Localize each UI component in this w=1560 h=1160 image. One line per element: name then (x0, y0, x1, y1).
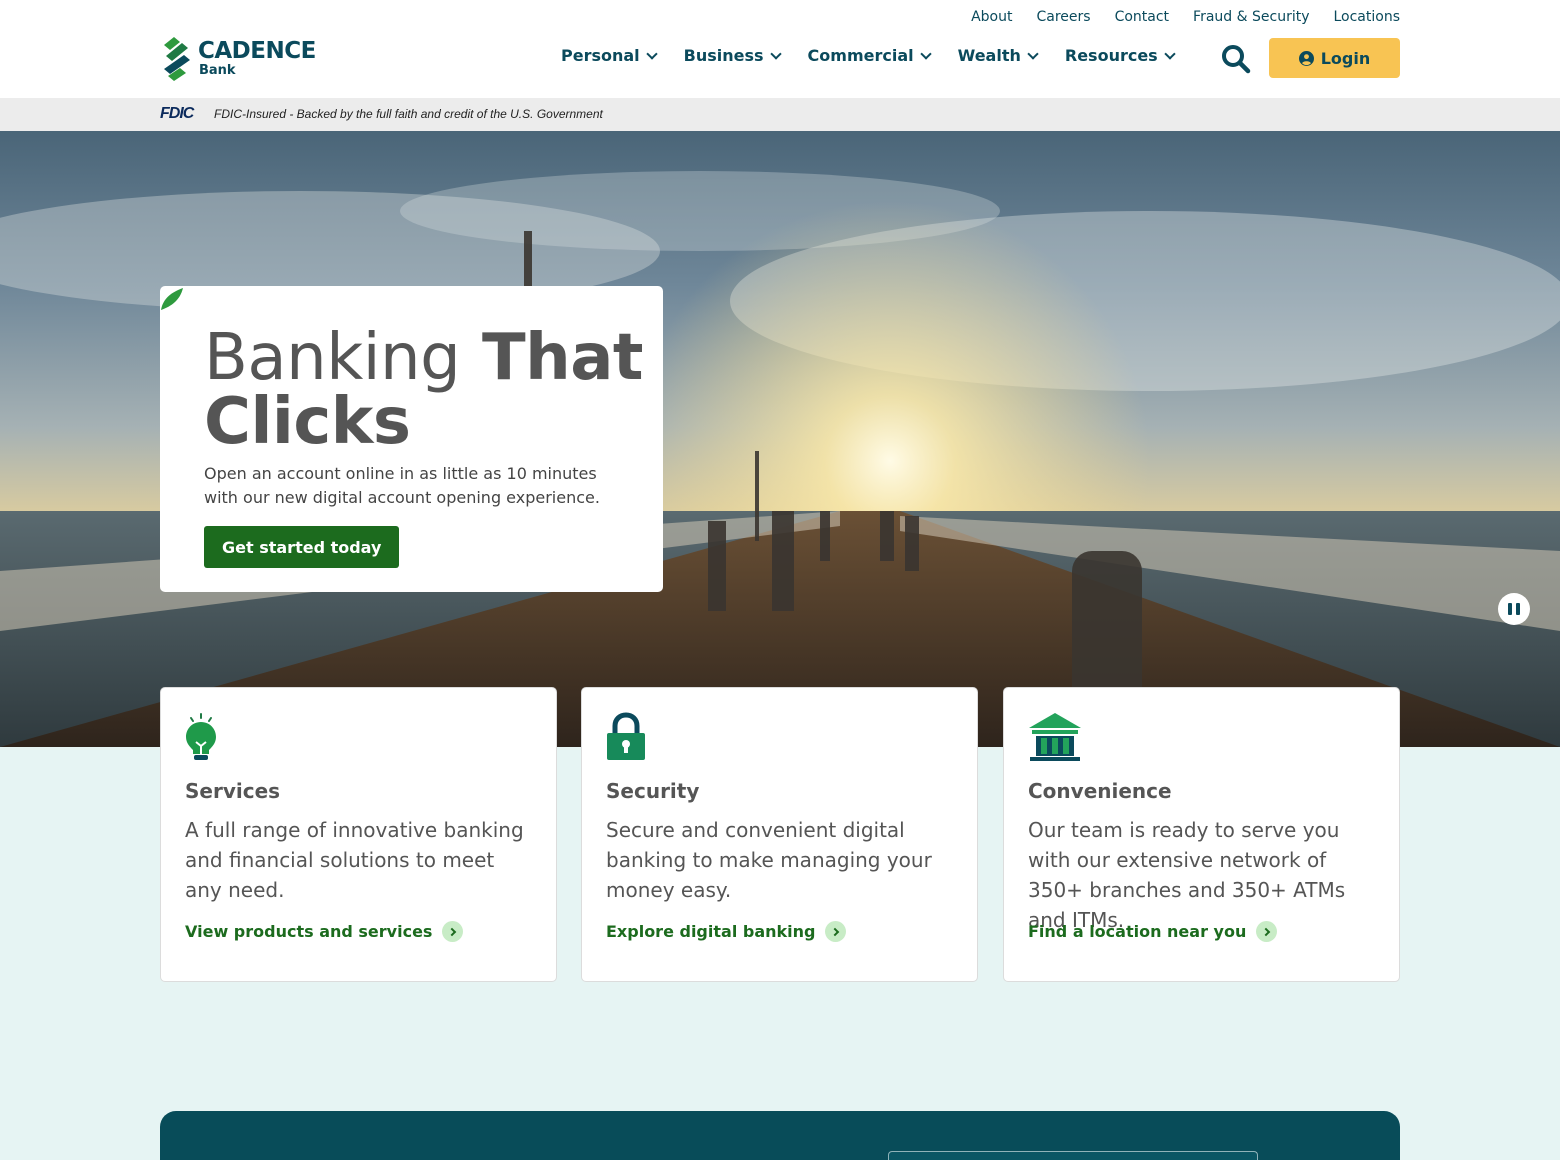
user-circle-icon (1298, 50, 1314, 66)
fdic-disclaimer: FDIC-Insured - Backed by the full faith … (214, 107, 603, 121)
pause-icon (1508, 603, 1512, 615)
utility-link-about[interactable]: About (971, 9, 1012, 25)
hero-title-light: Banking (204, 321, 461, 395)
login-button[interactable]: Login (1269, 38, 1400, 78)
arrow-right-icon (825, 921, 847, 942)
card-title: Services (185, 779, 281, 803)
find-location-link[interactable]: Find a location near you (1028, 921, 1278, 942)
nav-item-label: Wealth (957, 46, 1021, 65)
nav-item-business[interactable]: Business (683, 46, 782, 65)
leaf-icon (161, 288, 183, 310)
services-card: Services A full range of innovative bank… (160, 687, 557, 982)
link-label: View products and services (185, 922, 433, 941)
hero-banner: Banking That Clicks Open an account onli… (0, 131, 1560, 747)
utility-link-locations[interactable]: Locations (1333, 9, 1400, 25)
search-icon (1222, 45, 1251, 74)
lock-icon (607, 712, 645, 760)
card-body: A full range of innovative banking and f… (185, 818, 524, 902)
logo-name: CADENCE (198, 37, 316, 64)
fdic-logo: FDIC (160, 105, 194, 122)
login-label: Login (1320, 48, 1371, 68)
link-label: Find a location near you (1028, 922, 1247, 941)
card-body: Secure and convenient digital banking to… (606, 818, 932, 902)
chevron-down-icon (919, 47, 932, 60)
nav-item-label: Business (683, 46, 764, 65)
utility-link-fraud-security[interactable]: Fraud & Security (1193, 9, 1309, 25)
hero-description: Open an account online in as little as 1… (204, 464, 600, 507)
arrow-right-icon (442, 921, 464, 942)
panel-input-field[interactable] (888, 1151, 1258, 1160)
explore-digital-banking-link[interactable]: Explore digital banking (606, 921, 847, 942)
nav-item-label: Personal (561, 46, 640, 65)
cadence-logo[interactable]: CADENCE Bank (160, 34, 316, 82)
chevron-down-icon (645, 47, 658, 60)
convenience-card: Convenience Our team is ready to serve y… (1003, 687, 1400, 982)
nav-item-label: Resources (1064, 46, 1158, 65)
bank-building-icon (1029, 713, 1081, 761)
card-body: Our team is ready to serve you with our … (1028, 818, 1346, 932)
nav-item-wealth[interactable]: Wealth (957, 46, 1039, 65)
utility-nav: About Careers Contact Fraud & Security L… (971, 9, 1400, 25)
nav-item-resources[interactable]: Resources (1064, 46, 1176, 65)
lightbulb-icon (186, 713, 216, 760)
security-card: Security Secure and convenient digital b… (581, 687, 978, 982)
pause-icon-bar (1516, 603, 1520, 615)
arrow-right-icon (1256, 921, 1278, 942)
hero-card: Banking That Clicks Open an account onli… (160, 286, 663, 592)
view-products-link[interactable]: View products and services (185, 921, 464, 942)
nav-item-personal[interactable]: Personal (561, 46, 658, 65)
chevron-down-icon (1027, 47, 1039, 60)
chevron-down-icon (1164, 47, 1176, 60)
search-button[interactable] (1220, 43, 1252, 75)
chevron-down-icon (769, 47, 782, 60)
card-title: Security (606, 779, 700, 803)
utility-link-contact[interactable]: Contact (1115, 9, 1169, 25)
site-header: About Careers Contact Fraud & Security L… (0, 0, 1560, 98)
cadence-logo-mark-icon (164, 37, 190, 81)
utility-link-careers[interactable]: Careers (1036, 9, 1090, 25)
bottom-promo-panel (160, 1111, 1400, 1160)
hero-title-bold-line2: Clicks (204, 385, 411, 459)
nav-item-label: Commercial (807, 46, 914, 65)
card-title: Convenience (1028, 779, 1172, 803)
get-started-button[interactable]: Get started today (204, 526, 400, 568)
link-label: Explore digital banking (606, 922, 816, 941)
fdic-bar: FDIC FDIC-Insured - Backed by the full f… (0, 98, 1560, 131)
hero-title: Banking That Clicks (204, 326, 644, 454)
nav-item-commercial[interactable]: Commercial (807, 46, 932, 65)
pause-video-button[interactable] (1498, 593, 1530, 625)
hero-title-bold: That (482, 321, 644, 395)
main-nav: Personal Business Commercial Wealth Reso… (561, 46, 1176, 65)
logo-subtitle: Bank (199, 62, 236, 78)
